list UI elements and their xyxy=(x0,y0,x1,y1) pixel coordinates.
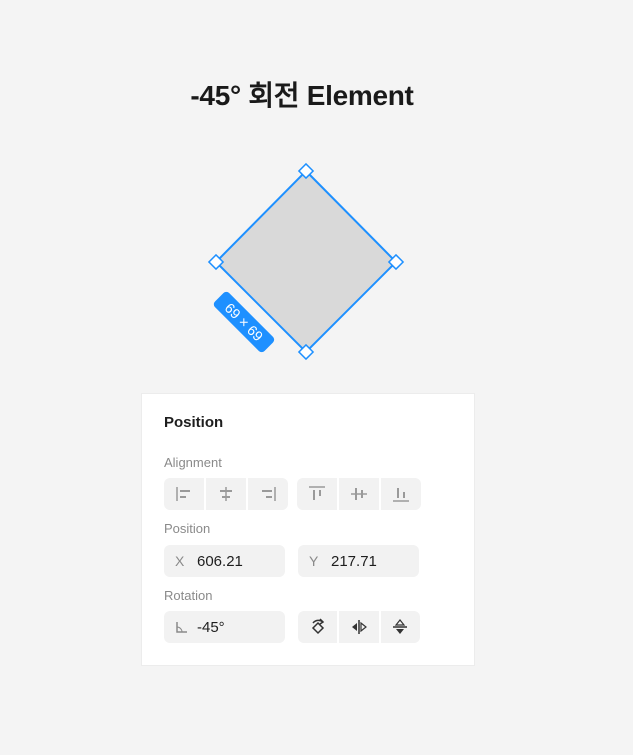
transform-group xyxy=(298,611,420,643)
align-top-icon xyxy=(309,486,325,500)
y-field-label: Y xyxy=(309,553,319,569)
rotation-field[interactable]: -45° xyxy=(164,611,285,643)
flip-vertical-icon xyxy=(393,619,408,634)
align-center-horizontal-icon xyxy=(220,487,232,501)
flip-horizontal-icon xyxy=(351,620,367,634)
rotation-label: Rotation xyxy=(164,588,213,603)
align-left-icon xyxy=(176,487,190,501)
align-left-button[interactable] xyxy=(164,478,204,510)
rotation-angle-icon xyxy=(175,620,197,634)
design-canvas: 69 × 69 xyxy=(207,162,405,361)
vertical-alignment-group xyxy=(297,478,421,510)
align-center-vertical-button[interactable] xyxy=(337,478,379,510)
align-right-button[interactable] xyxy=(246,478,288,510)
position-label: Position xyxy=(164,521,211,536)
y-field-value[interactable]: 217.71 xyxy=(331,553,377,570)
rotate-button[interactable] xyxy=(298,611,337,643)
horizontal-alignment-group xyxy=(164,478,288,510)
panel-title: Position xyxy=(164,414,224,431)
align-bottom-button[interactable] xyxy=(379,478,421,510)
align-top-button[interactable] xyxy=(297,478,337,510)
align-right-icon xyxy=(262,487,276,501)
align-center-vertical-icon xyxy=(351,488,367,500)
x-field-label: X xyxy=(175,553,185,569)
rotation-field-value[interactable]: -45° xyxy=(197,619,225,636)
alignment-label: Alignment xyxy=(164,455,222,470)
y-position-field[interactable]: Y 217.71 xyxy=(298,545,419,577)
rotate-icon xyxy=(311,618,324,635)
position-panel: Position Alignment Position X 606.21 Y 2… xyxy=(141,393,475,666)
x-position-field[interactable]: X 606.21 xyxy=(164,545,285,577)
flip-horizontal-button[interactable] xyxy=(337,611,378,643)
x-field-value[interactable]: 606.21 xyxy=(197,553,243,570)
align-bottom-icon xyxy=(393,488,409,502)
align-center-horizontal-button[interactable] xyxy=(204,478,246,510)
flip-vertical-button[interactable] xyxy=(378,611,420,643)
